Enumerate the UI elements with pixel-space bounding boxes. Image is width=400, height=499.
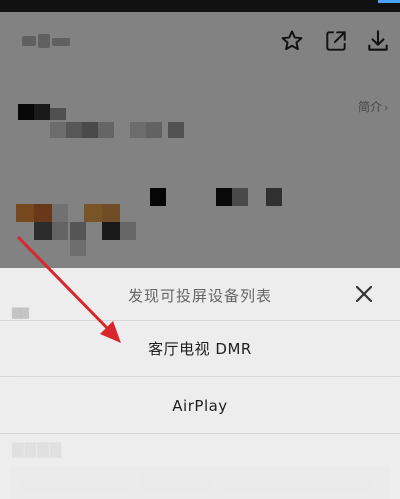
sheet-title: 发现可投屏设备列表 [127,287,272,305]
status-accent [378,0,400,3]
close-x-icon [355,285,373,303]
bg-ghost-text: ▇▇ [12,306,29,319]
device-label: 客厅电视 DMR [148,340,252,358]
status-bar [0,0,400,12]
device-item-living-room-tv[interactable]: 客厅电视 DMR [0,321,400,377]
close-button[interactable] [350,280,378,308]
sheet-header: 发现可投屏设备列表 [0,268,400,321]
device-item-airplay[interactable]: AirPlay [0,378,400,434]
cast-device-sheet: 发现可投屏设备列表 ▇▇ 客厅电视 DMR AirPlay [0,268,400,499]
device-label: AirPlay [172,397,228,415]
